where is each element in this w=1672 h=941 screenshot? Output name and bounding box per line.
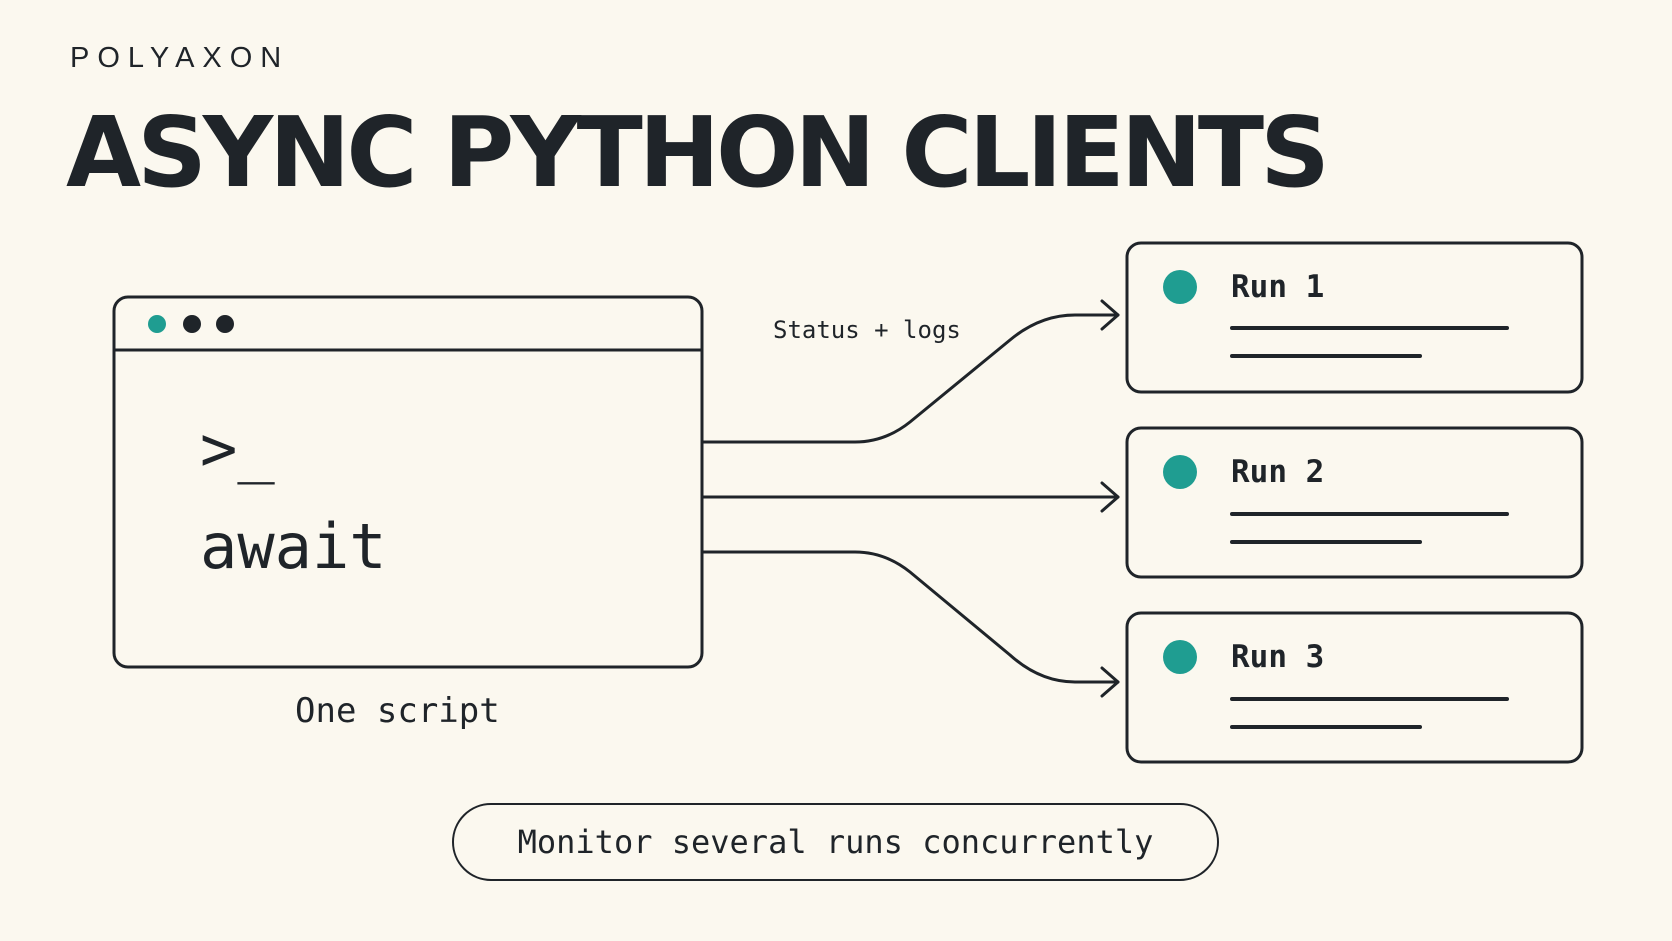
run-card-3 bbox=[1125, 611, 1584, 764]
window-dot bbox=[183, 315, 201, 333]
status-dot-icon bbox=[1163, 455, 1197, 489]
run-label-3: Run 3 bbox=[1231, 639, 1325, 675]
connectors bbox=[700, 299, 1120, 698]
status-dot-icon bbox=[1163, 640, 1197, 674]
footer-text: Monitor several runs concurrently bbox=[517, 823, 1154, 861]
run-label-1: Run 1 bbox=[1231, 269, 1325, 305]
run-label-2: Run 2 bbox=[1231, 454, 1325, 490]
flow-label: Status + logs bbox=[773, 316, 961, 344]
terminal-command: await bbox=[200, 510, 387, 583]
terminal-caption: One script bbox=[295, 691, 500, 731]
connector-run-3 bbox=[700, 550, 1120, 684]
run-card-1 bbox=[1125, 241, 1584, 394]
window-dot-accent bbox=[148, 315, 166, 333]
window-dot bbox=[216, 315, 234, 333]
footer-pill: Monitor several runs concurrently bbox=[452, 803, 1219, 881]
status-dot-icon bbox=[1163, 270, 1197, 304]
run-card-2 bbox=[1125, 426, 1584, 579]
terminal-prompt-icon: >_ bbox=[200, 412, 275, 485]
